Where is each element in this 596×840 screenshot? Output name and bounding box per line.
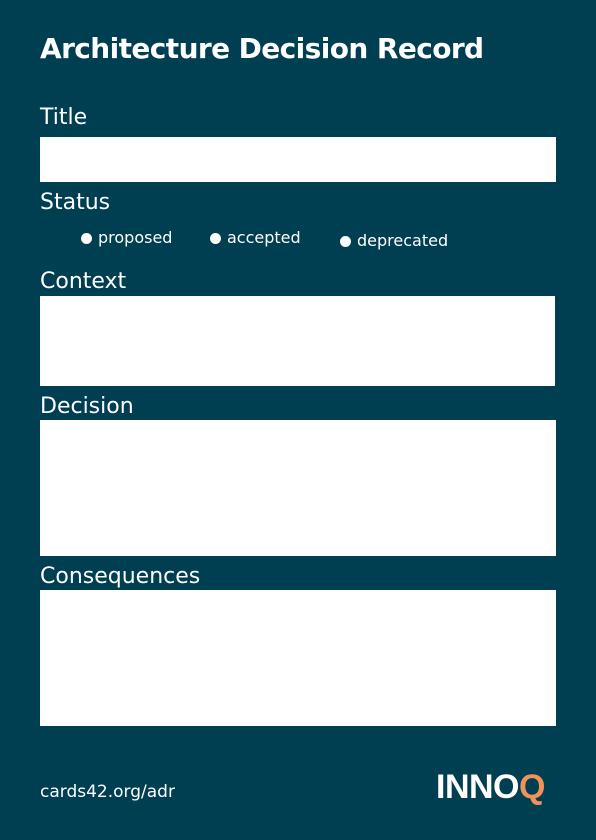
status-option-proposed[interactable]: proposed <box>81 228 172 248</box>
consequences-field[interactable] <box>40 590 556 726</box>
radio-dot-icon <box>81 232 92 244</box>
decision-label: Decision <box>40 394 134 419</box>
innoq-logo: INNOQ <box>436 768 545 807</box>
footer-url: cards42.org/adr <box>40 782 175 802</box>
logo-accent: Q <box>519 768 545 806</box>
context-field[interactable] <box>40 296 555 386</box>
radio-dot-icon <box>340 235 351 247</box>
logo-text: INNO <box>436 768 520 806</box>
status-option-accepted[interactable]: accepted <box>210 228 301 248</box>
status-option-label: accepted <box>227 228 301 247</box>
radio-dot-icon <box>210 232 221 244</box>
context-label: Context <box>40 269 127 294</box>
consequences-label: Consequences <box>40 564 201 589</box>
status-option-label: proposed <box>98 228 173 247</box>
card-title: Architecture Decision Record <box>40 32 484 65</box>
status-option-deprecated[interactable]: deprecated <box>340 231 448 251</box>
title-field[interactable] <box>40 137 556 182</box>
decision-field[interactable] <box>40 420 556 556</box>
status-label: Status <box>40 190 111 215</box>
title-label: Title <box>40 105 88 130</box>
status-option-label: deprecated <box>357 231 449 250</box>
